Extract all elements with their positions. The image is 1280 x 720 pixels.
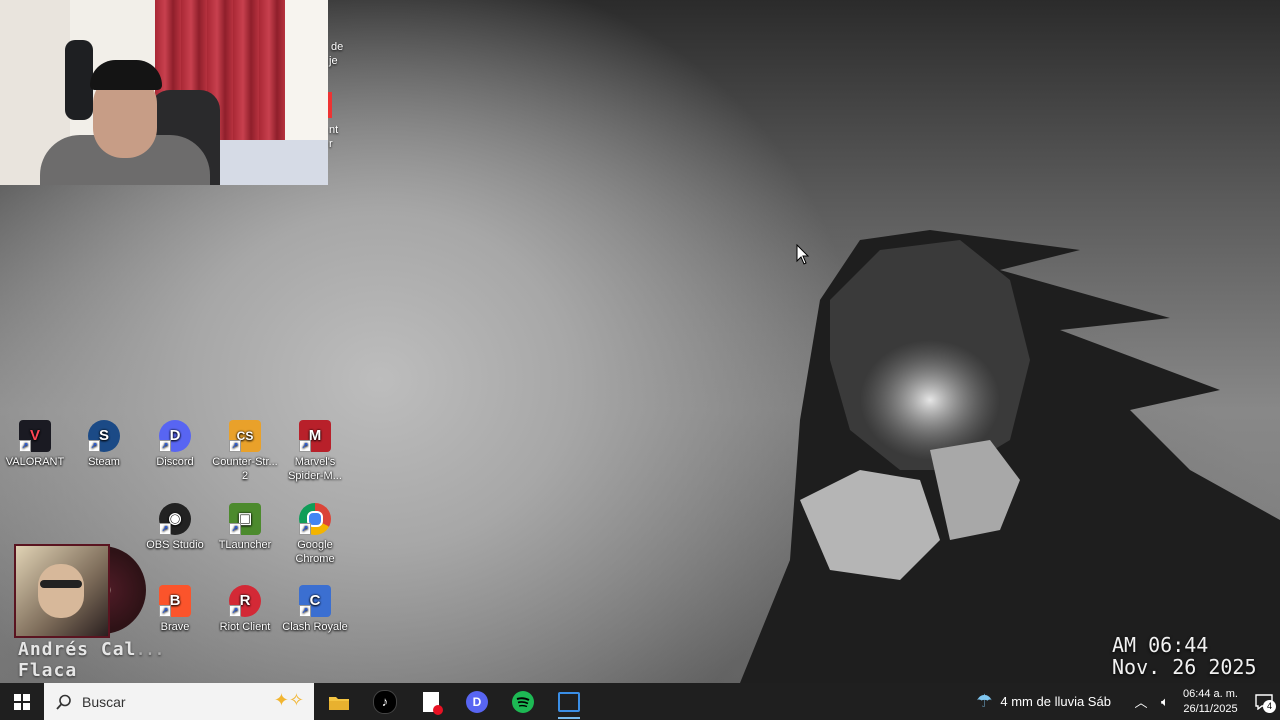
taskbar-tiktok[interactable]: ♪ [362,683,408,720]
recorder-icon [423,691,443,715]
taskbar-discord[interactable]: D [454,683,500,720]
clock-widget: AM 06:44 Nov. 26 2025 [1112,634,1257,678]
partial-icon-label: nt [329,124,339,136]
system-tray: ☂ 4 mm de lluvia Sáb ︿ 🔈︎ 06:44 a. m. 26… [976,683,1280,720]
partial-icon [328,92,332,118]
track-artist-overflow: ... [136,643,165,659]
desktop-icon-counter-strike[interactable]: CS ↗ Counter-Str... 2 [210,420,280,483]
chrome-icon: ↗ [299,503,331,535]
partial-icon-label: je [329,55,338,67]
sparkle-icon: ✦✧ [273,690,304,710]
search-icon [56,694,71,710]
album-cover[interactable] [14,544,110,638]
taskbar-date: 26/11/2025 [1183,702,1238,715]
clock-widget-date: Nov. 26 2025 [1112,655,1257,679]
taskbar-recorder[interactable] [408,683,454,720]
clock-widget-time: AM 06:44 [1112,633,1209,657]
notification-center-button[interactable]: 4 [1248,683,1280,720]
taskbar-file-explorer[interactable] [316,683,362,720]
chevron-up-icon[interactable]: ︿ [1129,692,1153,711]
weather-text: 4 mm de lluvia Sáb [1000,694,1111,709]
clash-royale-icon: C ↗ [299,585,331,617]
riot-client-icon: R ↗ [229,585,261,617]
webcam-overlay [0,0,328,185]
track-title: Flaca [18,660,78,681]
taskbar-screen-app[interactable] [546,683,592,720]
partial-icon-label: r [329,138,333,150]
obs-icon: ◉ ↗ [159,503,191,535]
windows-logo-icon [14,693,30,710]
volume-icon[interactable]: 🔈︎ [1153,694,1177,710]
now-playing: Andrés Cal... Flaca [18,640,165,681]
mouse-cursor-icon [796,244,810,265]
folder-icon [329,696,349,710]
spotify-icon [512,690,534,713]
spiderman-icon: M ↗ [299,420,331,452]
tlauncher-icon: ▣ ↗ [229,503,261,535]
desktop-icon-riot-client[interactable]: R ↗ Riot Client [210,585,280,634]
desktop-icon-chrome[interactable]: ↗ Google Chrome [280,503,350,566]
start-button[interactable] [0,683,44,720]
umbrella-rain-icon: ☂ [976,691,993,711]
desktop-icon-brave[interactable]: B ↗ Brave [140,585,210,634]
taskbar-search[interactable]: Buscar ✦✧ [44,683,314,720]
desktop-icon-discord[interactable]: D ↗ Discord [140,420,210,469]
desktop-icon-tlauncher[interactable]: ▣ ↗ TLauncher [210,503,280,552]
desktop-icon-valorant[interactable]: V ↗ VALORANT [0,420,70,469]
weather-widget[interactable]: ☂ 4 mm de lluvia Sáb [976,691,1111,712]
counter-strike-icon: CS ↗ [229,420,261,452]
taskbar-clock[interactable]: 06:44 a. m. 26/11/2025 [1183,687,1238,717]
screen-icon [558,691,580,712]
tiktok-icon: ♪ [373,689,397,714]
partial-icon-label: de [331,41,344,53]
taskbar: Buscar ✦✧ ♪ D ☂ 4 mm de lluvia Sáb ︿ 🔈︎ … [0,683,1280,720]
brave-icon: B ↗ [159,585,191,617]
steam-icon: S ↗ [88,420,120,452]
desktop-icon-obs[interactable]: ◉ ↗ OBS Studio [140,503,210,552]
desktop-icon-steam[interactable]: S ↗ Steam [69,420,139,469]
taskbar-time: 06:44 a. m. [1182,687,1238,700]
desktop-icon-clash-royale[interactable]: C ↗ Clash Royale [280,585,350,634]
taskbar-spotify[interactable] [500,683,546,720]
valorant-icon: V ↗ [19,420,51,452]
track-artist: Andrés Cal [18,639,137,660]
discord-icon: D ↗ [159,420,191,452]
desktop-icon-spiderman[interactable]: M ↗ Marvel's Spider-M... [280,420,350,483]
search-placeholder: Buscar [82,693,126,710]
notification-badge: 4 [1263,700,1276,713]
discord-icon: D [466,690,488,713]
